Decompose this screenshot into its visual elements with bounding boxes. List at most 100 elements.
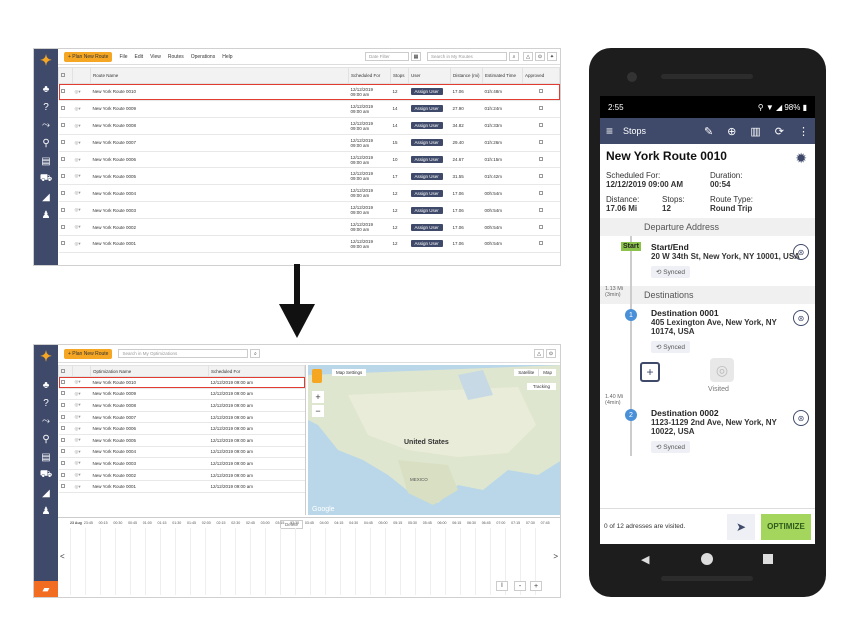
chat-icon[interactable]: ▰ [34, 581, 58, 597]
table-row[interactable]: ◎▾ New York Route 0005 12/12/2019 09:00 am [58, 434, 305, 447]
navigate-icon[interactable]: ⊛ [793, 410, 809, 426]
table-row[interactable]: ◎▾ New York Route 0007 12/12/2019 09:00 am 1… [58, 134, 560, 152]
status-icon[interactable]: ◎▾ [72, 469, 91, 482]
assign-user-button[interactable]: Assign User [410, 223, 443, 231]
table-row[interactable]: ◎▾ New York Route 0008 12/12/2019 09:00 am 1… [58, 117, 560, 135]
approved-checkbox[interactable] [539, 241, 543, 246]
optimization-name[interactable]: New York Route 0002 [90, 469, 209, 482]
col-stops[interactable]: Stops [390, 67, 409, 84]
approved-checkbox[interactable] [539, 89, 543, 94]
row-checkbox[interactable] [60, 484, 65, 489]
assign-user-button[interactable]: Assign User [410, 88, 443, 96]
col-estimated-time[interactable]: Estimated Time [482, 67, 523, 84]
row-checkbox-cell[interactable] [58, 235, 73, 253]
menu-edit[interactable]: Edit [135, 54, 144, 60]
add-user-icon[interactable]: ♣ [34, 81, 58, 97]
optimization-name[interactable]: New York Route 0010 [90, 376, 209, 389]
map-settings-button[interactable]: Map Settings [332, 369, 367, 376]
team-icon[interactable]: ♟ [34, 207, 58, 223]
pin-icon[interactable]: ✦ [547, 52, 557, 61]
status-icon[interactable]: ◎▾ [72, 134, 91, 152]
calendar-icon[interactable]: ▦ [411, 52, 421, 61]
status-icon[interactable]: ◎▾ [72, 480, 91, 493]
row-checkbox-cell[interactable] [58, 434, 73, 447]
assign-user-button[interactable]: Assign User [410, 189, 443, 197]
row-checkbox[interactable] [60, 414, 65, 419]
row-checkbox[interactable] [60, 190, 65, 195]
nav-home-icon[interactable] [701, 553, 713, 565]
status-icon[interactable]: ◎▾ [72, 446, 91, 459]
status-icon[interactable]: ◎▾ [72, 218, 91, 237]
row-checkbox[interactable] [60, 449, 65, 454]
stats-icon[interactable]: ◢ [34, 485, 58, 501]
pegman-icon[interactable] [312, 369, 322, 383]
timeline-zoom-out-button[interactable]: - [514, 581, 526, 591]
search-routes-input[interactable]: Search in My Routes [427, 52, 507, 61]
stats-icon[interactable]: ◢ [34, 189, 58, 205]
status-icon[interactable]: ◎▾ [72, 434, 91, 447]
select-all-header[interactable] [58, 365, 73, 377]
map-pin-icon[interactable]: ⚲ [34, 431, 58, 447]
start-stop[interactable]: Start Start/End 20 W 34th St, New York, … [600, 236, 815, 286]
bell-icon[interactable]: △ [534, 349, 544, 358]
status-icon[interactable]: ◎▾ [72, 376, 91, 389]
routes-icon[interactable]: ⤳ [34, 413, 58, 429]
optimize-button[interactable]: OPTIMIZE [761, 513, 811, 540]
row-checkbox-cell[interactable] [58, 480, 73, 493]
fingerprint-icon[interactable]: ◎ [710, 358, 734, 382]
table-row[interactable]: ◎▾ New York Route 0010 12/12/2019 09:00 am 1… [58, 83, 560, 101]
map-panel[interactable]: Map Settings Satellite Map Tracking + − … [308, 365, 560, 515]
status-icon[interactable]: ◎▾ [72, 411, 91, 424]
row-checkbox[interactable] [60, 173, 65, 178]
col-optimization-name[interactable]: Optimization Name [90, 365, 209, 377]
row-checkbox-cell[interactable] [58, 411, 73, 424]
route-name[interactable]: New York Route 0010 [90, 83, 349, 101]
row-checkbox[interactable] [60, 224, 65, 229]
menu-operations[interactable]: Operations [191, 54, 215, 60]
row-checkbox-cell[interactable] [58, 167, 73, 186]
map-pin-icon[interactable]: ⚲ [34, 135, 58, 151]
zoom-in-button[interactable]: + [312, 391, 324, 403]
row-checkbox[interactable] [60, 140, 65, 145]
menu-view[interactable]: View [150, 54, 161, 60]
optimization-name[interactable]: New York Route 0004 [90, 446, 209, 459]
assign-user-button[interactable]: Assign User [410, 156, 443, 163]
more-icon[interactable]: ⋮ [798, 125, 809, 138]
row-checkbox[interactable] [60, 402, 65, 407]
route-settings-icon[interactable]: ✹ [795, 150, 807, 167]
row-checkbox-cell[interactable] [58, 83, 73, 101]
row-checkbox-cell[interactable] [58, 218, 73, 237]
timeline-cursor-button[interactable]: I [496, 581, 508, 591]
row-checkbox-cell[interactable] [58, 151, 73, 169]
row-checkbox-cell[interactable] [58, 376, 73, 389]
status-icon[interactable]: ◎▾ [72, 100, 91, 118]
select-all-checkbox[interactable] [61, 73, 65, 77]
select-all-checkbox[interactable] [61, 368, 65, 373]
search-icon[interactable]: ⌕ [509, 52, 519, 61]
row-checkbox[interactable] [60, 426, 65, 431]
table-row[interactable]: ◎▾ New York Route 0005 12/12/2019 09:00 am 1… [58, 167, 560, 186]
menu-routes[interactable]: Routes [168, 54, 184, 60]
status-icon[interactable]: ◎▾ [72, 422, 91, 435]
row-checkbox-cell[interactable] [58, 201, 73, 220]
status-icon[interactable]: ◎▾ [72, 83, 91, 101]
row-checkbox[interactable] [60, 241, 65, 246]
nav-back-icon[interactable]: ◀ [641, 553, 649, 566]
status-icon[interactable]: ◎▾ [72, 151, 91, 169]
row-checkbox-cell[interactable] [58, 457, 73, 470]
assign-user-button[interactable]: Assign User [410, 240, 443, 248]
map-toggle[interactable]: Map [538, 369, 556, 376]
col-approved[interactable]: Approved [522, 67, 560, 84]
table-row[interactable]: ◎▾ New York Route 0004 12/12/2019 09:00 am [58, 446, 305, 459]
destination-0002[interactable]: 2 Destination 0002 1123-1129 2nd Ave, Ne… [600, 404, 815, 454]
approved-checkbox[interactable] [539, 224, 543, 229]
help-icon[interactable]: ? [34, 99, 58, 115]
assign-user-button[interactable]: Assign User [410, 139, 443, 147]
status-icon[interactable]: ◎▾ [72, 235, 91, 253]
optimization-name[interactable]: New York Route 0006 [90, 422, 209, 435]
route-name[interactable]: New York Route 0004 [90, 184, 349, 203]
row-checkbox-cell[interactable] [58, 134, 73, 152]
menu-icon[interactable]: ≡ [606, 124, 613, 138]
destination-0001[interactable]: 1 Destination 0001 405 Lexington Ave, Ne… [600, 304, 815, 404]
col-scheduled-for[interactable]: Scheduled For [208, 365, 305, 377]
